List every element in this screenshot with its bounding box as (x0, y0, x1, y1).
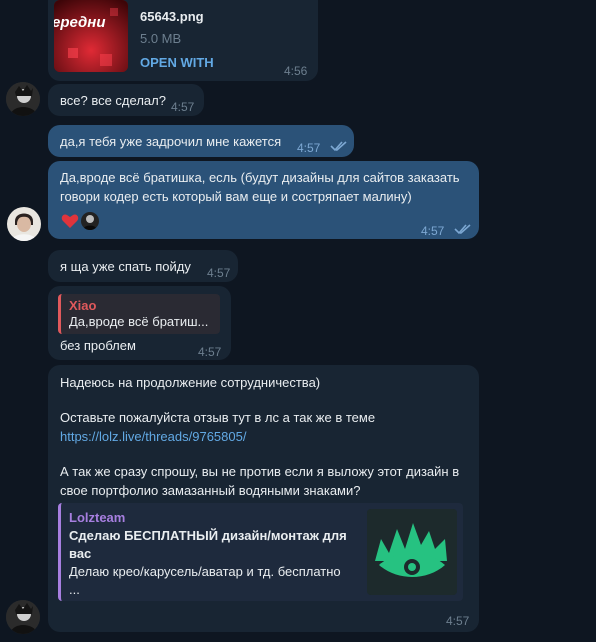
avatar[interactable] (7, 207, 41, 241)
read-check-icon (330, 141, 347, 152)
read-check-icon (454, 224, 471, 235)
message-bubble[interactable]: да,я тебя уже задрочил мне кажется 4:57 (48, 125, 354, 157)
message-text-line: говори кодер есть который вам еще и сост… (60, 189, 412, 204)
chat-area: ередни 65643.png 5.0 MB OPEN WITH 4:56 в… (0, 0, 596, 642)
preview-site-name: Lolzteam (69, 510, 126, 525)
reply-quote[interactable]: Xiao Да,вроде всё братиш... (58, 294, 220, 334)
avatar[interactable] (6, 82, 40, 116)
file-thumbnail[interactable]: ередни (54, 0, 128, 72)
preview-title: Сделаю БЕСПЛАТНЫЙ дизайн/монтаж для вас (69, 528, 347, 561)
message-bubble[interactable]: Надеюсь на продолжение сотрудничества) О… (48, 365, 479, 632)
thumbnail-text: ередни (54, 14, 106, 31)
message-text-line: Оставьте пожалуйста отзыв тут в лс а так… (60, 410, 376, 425)
link-preview[interactable]: Lolzteam Сделаю БЕСПЛАТНЫЙ дизайн/монтаж… (58, 503, 463, 601)
heart-reaction-icon[interactable] (60, 211, 80, 231)
avatar[interactable] (6, 600, 40, 634)
message-time: 4:57 (446, 614, 470, 628)
reply-snippet: Да,вроде всё братиш... (69, 314, 209, 329)
message-time: 4:57 (207, 266, 231, 280)
message-time: 4:56 (284, 64, 308, 78)
message-bubble[interactable]: все? все сделал? 4:57 (48, 84, 204, 116)
message-bubble[interactable]: я ща уже спать пойду 4:57 (48, 250, 238, 282)
message-bubble[interactable]: Да,вроде всё братишка, есль (будут дизай… (48, 161, 479, 239)
file-message-bubble[interactable]: ередни 65643.png 5.0 MB OPEN WITH 4:56 (48, 0, 318, 81)
message-bubble[interactable]: Xiao Да,вроде всё братиш... без проблем … (48, 286, 231, 360)
message-time: 4:57 (297, 141, 321, 155)
message-text: все? все сделал? (60, 93, 166, 108)
preview-description: Делаю крео/карусель/аватар и тд. бесплат… (69, 564, 341, 597)
message-text-line: А так же сразу спрошу, вы не против если… (60, 464, 460, 479)
message-text: я ща уже спать пойду (60, 259, 191, 274)
message-text: да,я тебя уже задрочил мне кажется (60, 134, 282, 149)
reply-author: Xiao (69, 298, 97, 313)
message-text: без проблем (60, 338, 136, 353)
message-time: 4:57 (171, 100, 195, 114)
file-size: 5.0 MB (140, 31, 182, 46)
preview-thumbnail (367, 509, 457, 595)
reaction-avatar[interactable] (81, 212, 99, 230)
open-with-button[interactable]: OPEN WITH (140, 54, 214, 72)
message-text-line: Да,вроде всё братишка, есль (будут дизай… (60, 170, 460, 185)
thread-link[interactable]: https://lolz.live/threads/9765805/ (60, 428, 246, 446)
message-text-line: свое портфолио замазанный водяными знака… (60, 483, 361, 498)
file-name: 65643.png (140, 9, 204, 24)
message-time: 4:57 (198, 345, 222, 359)
message-text-line: Надеюсь на продолжение сотрудничества) (60, 375, 321, 390)
message-time: 4:57 (421, 224, 445, 238)
